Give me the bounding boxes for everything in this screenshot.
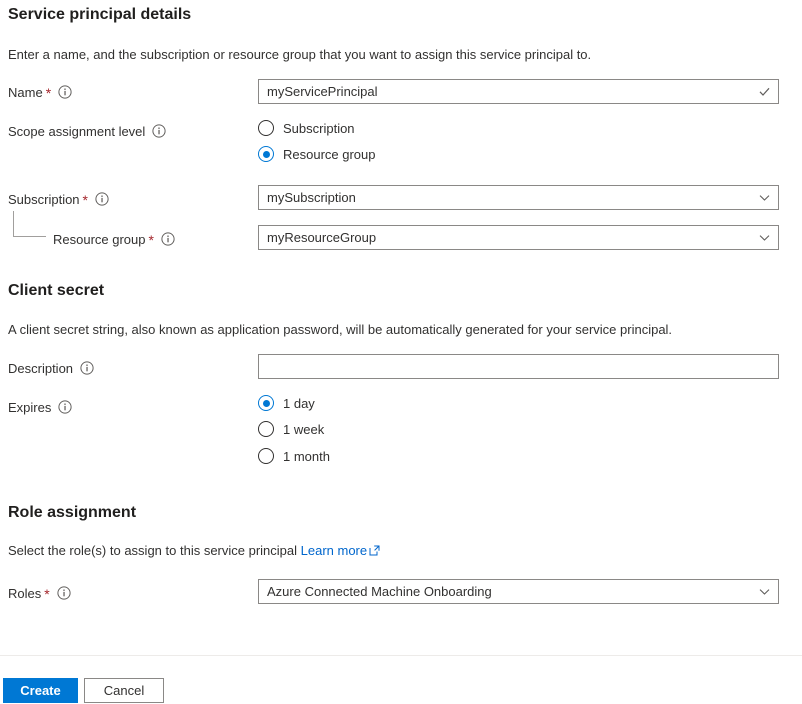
nesting-connector-line: [13, 211, 46, 237]
service-principal-details-description: Enter a name, and the subscription or re…: [8, 47, 592, 62]
chevron-down-icon[interactable]: [756, 230, 772, 246]
name-label-text: Name: [8, 84, 43, 100]
roles-dropdown[interactable]: Azure Connected Machine Onboarding: [258, 579, 779, 604]
resource-group-value: myResourceGroup: [267, 230, 377, 245]
client-secret-heading: Client secret: [8, 282, 105, 299]
info-icon[interactable]: [95, 192, 109, 206]
expires-option-1-week-label: 1 week: [283, 421, 325, 437]
expires-label-text: Expires: [8, 399, 52, 415]
scope-assignment-level-label: Scope assignment level: [8, 122, 166, 140]
info-icon[interactable]: [57, 586, 71, 600]
info-icon[interactable]: [58, 400, 72, 414]
info-icon[interactable]: [58, 85, 72, 99]
chevron-down-icon[interactable]: [756, 190, 772, 206]
name-input-value: myServicePrincipal: [267, 84, 378, 99]
radio-indicator[interactable]: [258, 448, 274, 464]
client-secret-description: A client secret string, also known as ap…: [8, 322, 673, 337]
role-assignment-heading: Role assignment: [8, 504, 137, 521]
description-label: Description: [8, 359, 94, 377]
resource-group-label: Resource group *: [53, 230, 175, 248]
external-link-icon[interactable]: [369, 544, 380, 559]
expires-option-1-month[interactable]: 1 month: [258, 446, 330, 466]
checkmark-icon: [756, 84, 772, 100]
name-required-asterisk: *: [45, 85, 52, 101]
create-button[interactable]: Create: [3, 678, 78, 703]
expires-option-1-day-label: 1 day: [283, 395, 315, 411]
roles-label-text: Roles: [8, 585, 42, 601]
chevron-down-icon[interactable]: [756, 584, 772, 600]
footer-divider: [0, 655, 802, 656]
info-icon[interactable]: [80, 361, 94, 375]
name-label: Name *: [8, 83, 72, 101]
expires-option-1-week[interactable]: 1 week: [258, 419, 324, 439]
subscription-label: Subscription *: [8, 190, 109, 208]
service-principal-details-heading: Service principal details: [8, 6, 192, 23]
roles-required-asterisk: *: [44, 586, 50, 602]
service-principal-form-page: Service principal details Enter a name, …: [0, 0, 802, 704]
resource-group-label-text: Resource group: [53, 231, 146, 247]
role-assignment-description-text: Select the role(s) to assign to this ser…: [8, 543, 298, 558]
radio-indicator[interactable]: [258, 120, 274, 136]
radio-indicator[interactable]: [258, 395, 274, 411]
radio-indicator[interactable]: [258, 421, 274, 437]
scope-option-resource-group[interactable]: Resource group: [258, 144, 376, 164]
subscription-dropdown[interactable]: mySubscription: [258, 185, 779, 210]
resource-group-dropdown[interactable]: myResourceGroup: [258, 225, 779, 250]
role-assignment-description: Select the role(s) to assign to this ser…: [8, 543, 380, 559]
learn-more-link[interactable]: Learn more: [301, 543, 367, 558]
scope-assignment-level-label-text: Scope assignment level: [8, 123, 146, 139]
subscription-value: mySubscription: [267, 190, 356, 205]
scope-option-subscription[interactable]: Subscription: [258, 118, 355, 138]
name-input[interactable]: myServicePrincipal: [258, 79, 779, 104]
expires-option-1-day[interactable]: 1 day: [258, 393, 315, 413]
subscription-required-asterisk: *: [82, 192, 88, 208]
cancel-button[interactable]: Cancel: [84, 678, 164, 703]
info-icon[interactable]: [152, 124, 166, 138]
info-icon[interactable]: [161, 232, 175, 246]
description-label-text: Description: [8, 360, 74, 376]
expires-option-1-month-label: 1 month: [283, 448, 330, 464]
roles-value: Azure Connected Machine Onboarding: [267, 584, 492, 599]
radio-indicator[interactable]: [258, 146, 274, 162]
subscription-label-text: Subscription: [8, 191, 80, 207]
resource-group-required-asterisk: *: [148, 232, 154, 248]
roles-label: Roles *: [8, 584, 71, 602]
scope-option-resource-group-label: Resource group: [283, 146, 376, 162]
scope-option-subscription-label: Subscription: [283, 120, 355, 136]
expires-label: Expires: [8, 398, 72, 416]
description-input[interactable]: [258, 354, 779, 379]
